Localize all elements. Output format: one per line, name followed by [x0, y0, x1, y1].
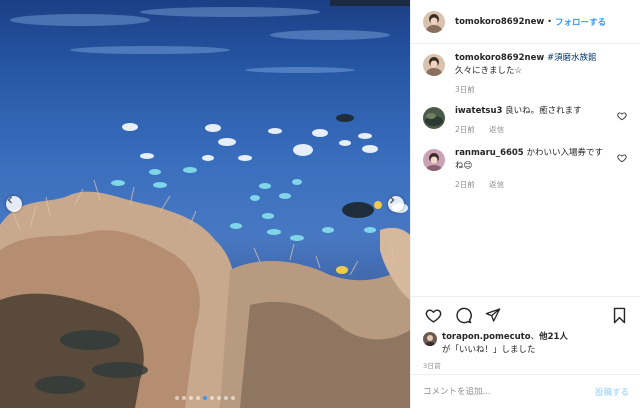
caption-username[interactable]: tomokoro8692new: [455, 53, 544, 63]
share-button[interactable]: [483, 305, 503, 325]
post-photo[interactable]: [0, 0, 410, 408]
previous-photo-button[interactable]: [6, 196, 22, 212]
comment-time[interactable]: 2日前: [455, 180, 475, 189]
post-timestamp[interactable]: 3日前: [411, 357, 640, 373]
post-header: tomokoro8692new • フォローする: [411, 0, 640, 44]
action-bar: [411, 297, 640, 331]
carousel-dot: [196, 396, 200, 400]
bookmark-icon: [613, 307, 625, 323]
comment-like-icon[interactable]: [617, 111, 627, 121]
carousel-dot: [210, 396, 214, 400]
reply-button[interactable]: 返信: [489, 125, 504, 134]
carousel-dot: [224, 396, 228, 400]
header-separator: •: [547, 17, 552, 26]
likes-suffix: が「いいね！」しました: [442, 345, 536, 355]
carousel-dot: [189, 396, 193, 400]
reply-button[interactable]: 返信: [489, 180, 504, 189]
share-icon: [485, 308, 501, 322]
caption-text: 久々にきました☆: [455, 66, 523, 76]
heart-icon: [425, 308, 441, 323]
carousel-dot: [217, 396, 221, 400]
like-button[interactable]: [423, 305, 443, 325]
carousel-dot: [231, 396, 235, 400]
carousel-dot: [182, 396, 186, 400]
author-username[interactable]: tomokoro8692new: [455, 17, 544, 27]
follow-button[interactable]: フォローする: [555, 16, 606, 28]
post-actions-section: torapon.pomecuto、他21人 が「いいね！」しました 3日前: [411, 296, 640, 373]
caption-time[interactable]: 3日前: [455, 85, 475, 94]
author-avatar[interactable]: [423, 10, 445, 33]
carousel-dot: [203, 396, 207, 400]
comments-list: tomokoro8692new #須磨水族館 久々にきました☆ 3日前 iwat…: [411, 52, 640, 190]
likes-connector: 、: [530, 332, 540, 342]
commenter-avatar[interactable]: [423, 107, 445, 129]
post-side-panel: tomokoro8692new • フォローする tomokoro8692new…: [410, 0, 640, 408]
carousel-indicator: [0, 396, 410, 400]
liker-username[interactable]: torapon.pomecuto: [442, 332, 531, 342]
comment-like-icon[interactable]: [617, 153, 627, 163]
next-photo-button[interactable]: [388, 196, 404, 212]
save-button[interactable]: [609, 305, 629, 325]
carousel-dot: [175, 396, 179, 400]
comment-username[interactable]: iwatetsu3: [455, 106, 502, 116]
chevron-right-icon: [390, 196, 395, 204]
comment-icon: [455, 307, 472, 323]
post-comment-button[interactable]: 投稿する: [595, 386, 629, 398]
caption-avatar[interactable]: [423, 54, 445, 76]
caption: tomokoro8692new #須磨水族館 久々にきました☆ 3日前: [411, 52, 640, 95]
commenter-avatar[interactable]: [423, 149, 445, 171]
comment-text: 良いね。癒されます: [505, 106, 582, 116]
comment-button[interactable]: [453, 305, 473, 325]
chevron-left-icon: [7, 196, 12, 204]
comment-input[interactable]: [423, 386, 595, 397]
comment-item: ranmaru_6605 かわいい入場券ですね😊 2日前 返信: [411, 147, 640, 190]
comment-time[interactable]: 2日前: [455, 125, 475, 134]
aquarium-image: [0, 0, 410, 408]
comment-item: iwatetsu3 良いね。癒されます 2日前 返信: [411, 105, 640, 135]
likes-others[interactable]: 他21人: [539, 332, 568, 342]
comment-username[interactable]: ranmaru_6605: [455, 148, 524, 158]
caption-hashtag[interactable]: #須磨水族館: [547, 53, 597, 63]
comment-composer: 投稿する: [411, 374, 640, 408]
liker-avatar[interactable]: [423, 332, 437, 346]
likes-summary: torapon.pomecuto、他21人 が「いいね！」しました: [411, 331, 640, 357]
